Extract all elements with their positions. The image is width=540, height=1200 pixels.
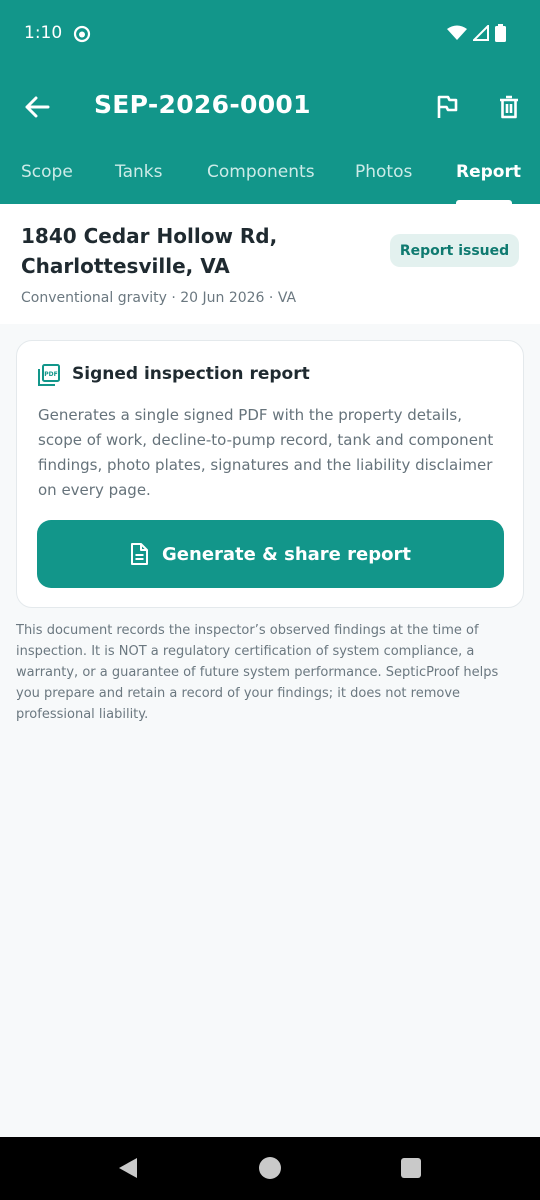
tab-report[interactable]: Report [456,162,521,182]
toolbar: SEP-2026-0001 [0,70,540,142]
status-time: 1:10 [24,23,63,43]
document-icon [131,543,149,565]
status-bar: 1:10 [0,0,540,70]
svg-text:PDF: PDF [44,371,57,378]
signal-icon [471,23,489,45]
app-bar: 1:10 SEP-2026-0001 Scope Tanks Component… [0,0,540,204]
card-description: Generates a single signed PDF with the p… [38,406,494,499]
page-title: SEP-2026-0001 [94,90,311,119]
tab-scope[interactable]: Scope [21,162,73,182]
delete-button[interactable] [492,90,526,124]
generate-share-report-button[interactable]: Generate & share report [37,520,504,588]
trash-icon [500,95,518,119]
liability-disclaimer: This document records the inspector’s ob… [16,623,499,722]
system-nav-bar [0,1137,540,1200]
card-title: Signed inspection report [72,364,310,384]
tab-tanks[interactable]: Tanks [115,162,162,182]
property-header: 1840 Cedar Hollow Rd, Charlottesville, V… [0,204,540,324]
tab-components[interactable]: Components [207,162,315,182]
nav-recents-icon[interactable] [401,1158,421,1178]
generate-button-label: Generate & share report [162,543,411,565]
status-badge: Report issued [390,234,519,267]
flag-icon [437,95,458,118]
flag-button[interactable] [430,90,464,124]
notification-icon [73,25,91,43]
address-line-2: Charlottesville, VA [21,254,230,278]
nav-back-icon[interactable] [118,1157,138,1179]
status-icons [447,23,506,46]
nav-home-icon[interactable] [259,1157,281,1179]
back-arrow-icon [25,96,50,118]
back-button[interactable] [20,90,54,124]
property-meta: Conventional gravity · 20 Jun 2026 · VA [21,290,297,306]
battery-icon [495,24,506,46]
wifi-icon [447,25,467,45]
report-card: PDF Signed inspection report Generates a… [16,340,524,608]
pdf-icon: PDF [38,364,60,386]
tab-bar: Scope Tanks Components Photos Report [0,148,540,204]
address-line-1: 1840 Cedar Hollow Rd, [21,224,278,248]
tab-photos[interactable]: Photos [355,162,412,182]
